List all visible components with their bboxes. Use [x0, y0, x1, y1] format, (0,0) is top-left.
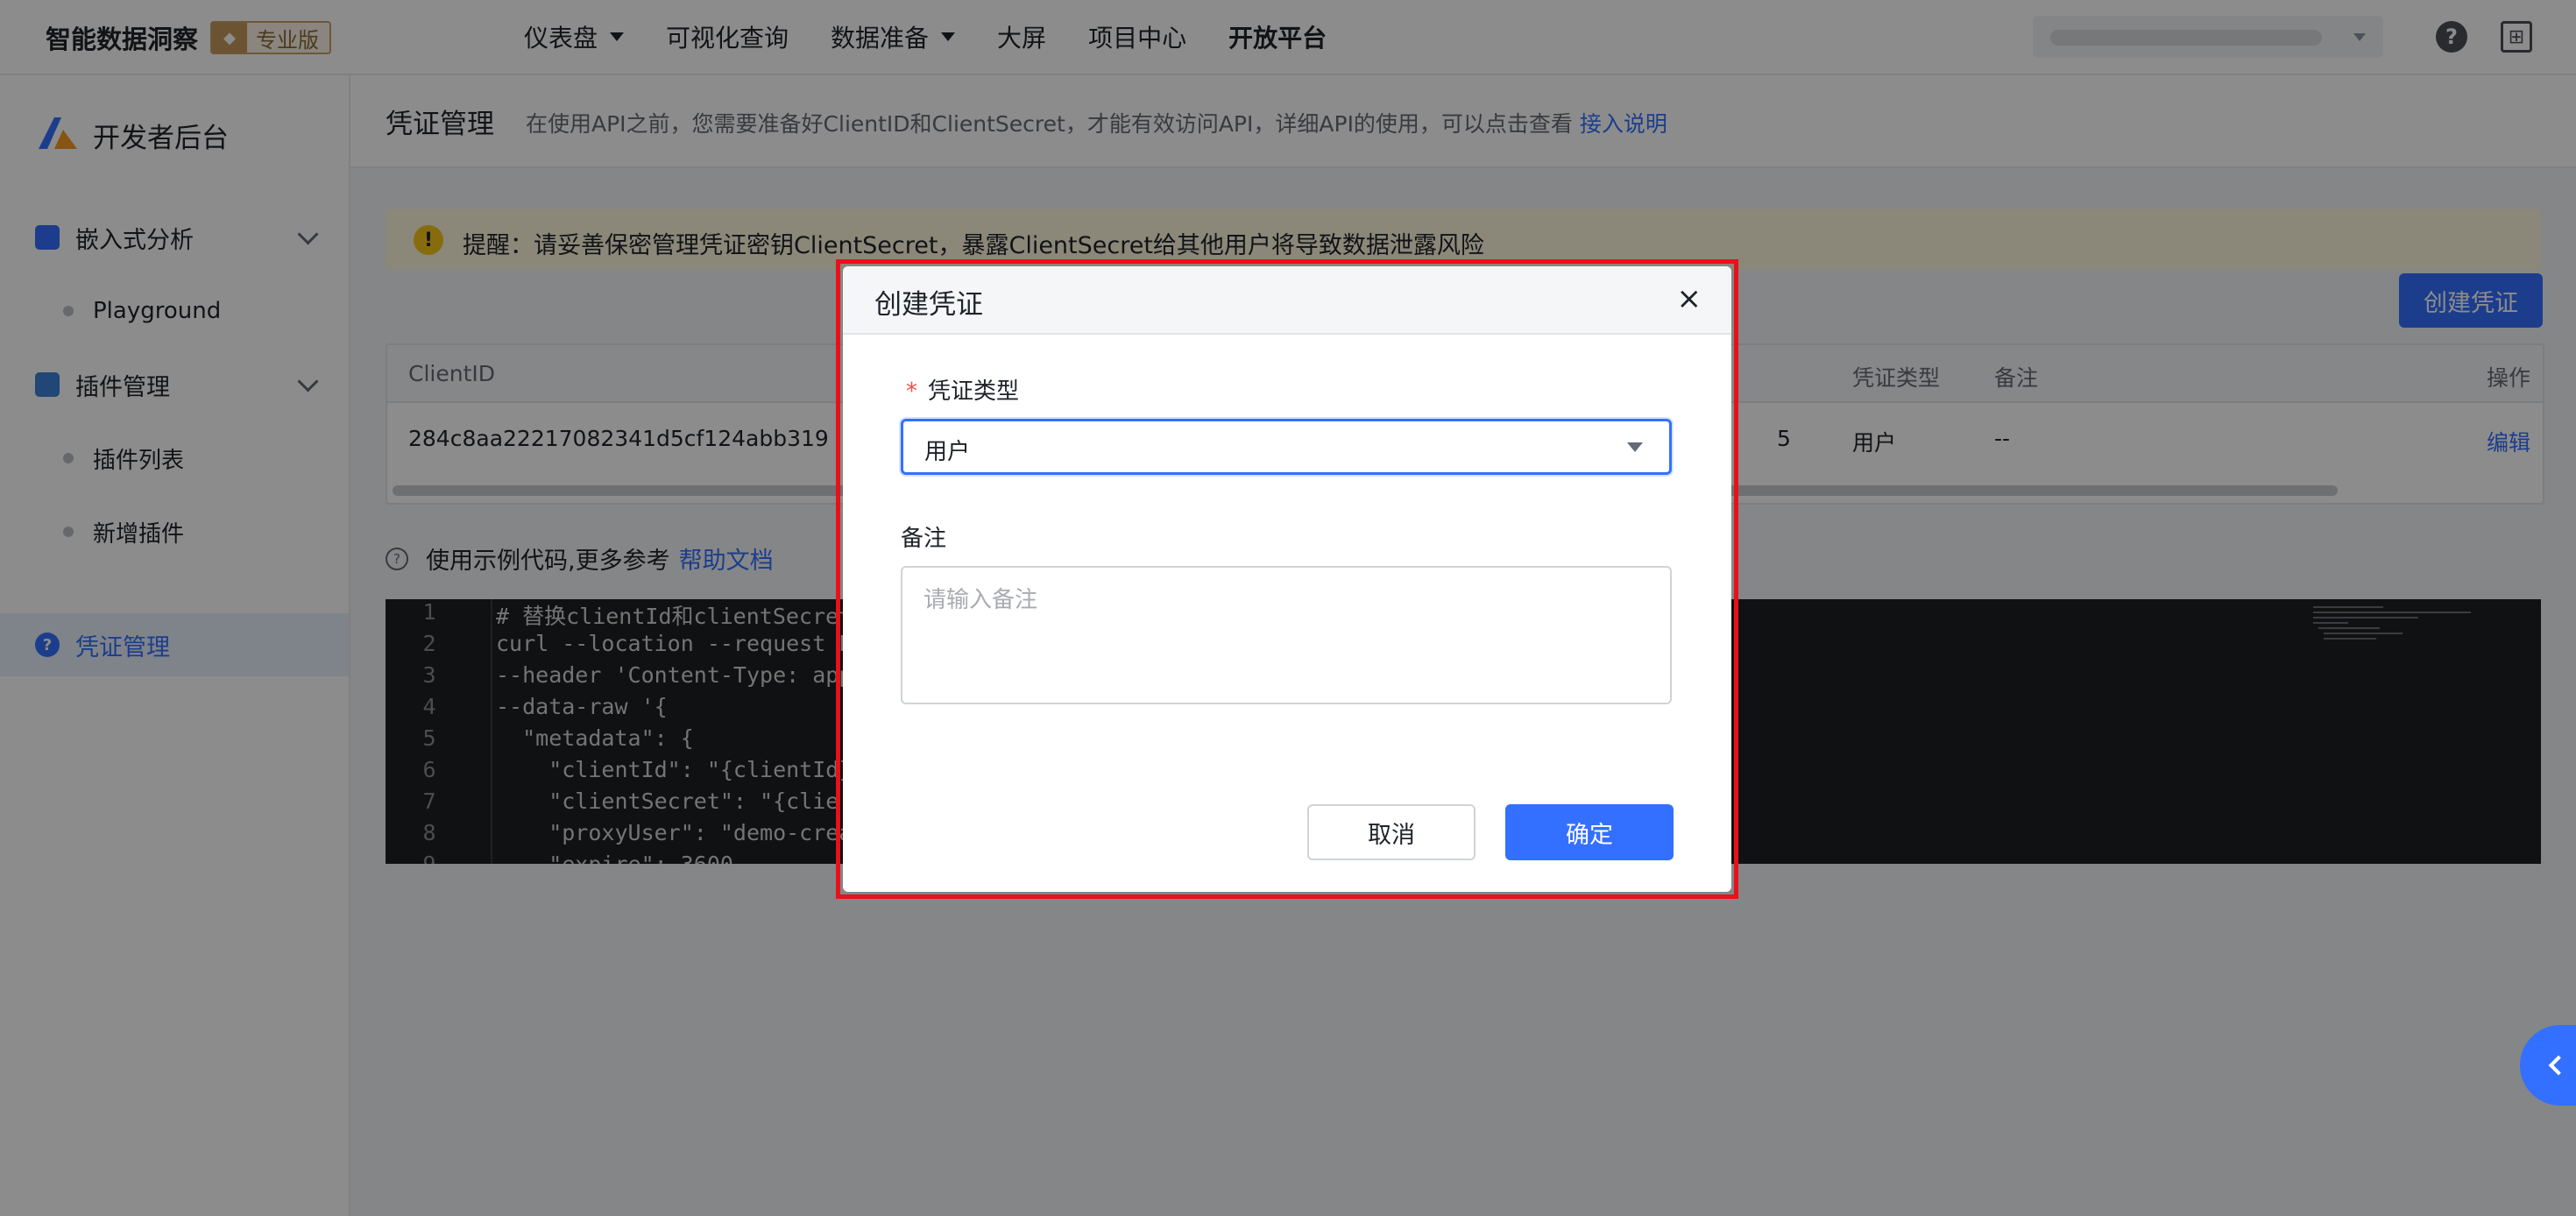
required-mark: *: [906, 378, 917, 405]
cancel-button[interactable]: 取消: [1307, 804, 1476, 860]
type-field-label-text: 凭证类型: [928, 378, 1020, 405]
credential-type-select[interactable]: 用户: [901, 419, 1672, 475]
dialog-header: 创建凭证 ×: [843, 266, 1731, 335]
close-icon[interactable]: ×: [1677, 284, 1702, 314]
type-field-label: * 凭证类型: [906, 373, 1019, 406]
confirm-button[interactable]: 确定: [1505, 804, 1674, 860]
dialog-title: 创建凭证: [874, 289, 983, 321]
caret-down-icon: [1627, 442, 1643, 452]
create-credential-dialog: 创建凭证 × * 凭证类型 用户 备注 取消 确定: [843, 266, 1731, 892]
credential-type-value: 用户: [924, 439, 971, 465]
note-textarea[interactable]: [901, 566, 1672, 704]
chevron-left-icon: [2548, 1055, 2569, 1076]
note-field-label: 备注: [901, 526, 947, 552]
